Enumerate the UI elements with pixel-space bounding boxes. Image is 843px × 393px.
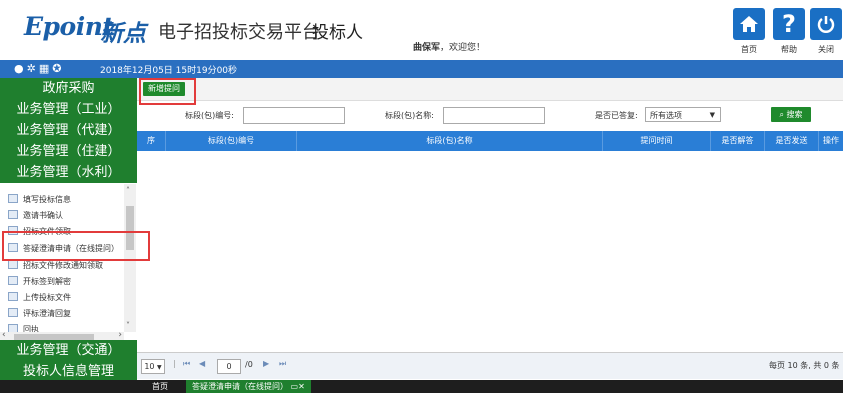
search-icon: ⌕ — [779, 110, 784, 119]
nav-group-gov-procurement[interactable]: 政府采购 — [0, 78, 137, 99]
section-no-input[interactable] — [243, 107, 345, 124]
close-label: 关闭 — [818, 45, 834, 54]
nav-group-industry[interactable]: 业务管理（工业） — [0, 99, 137, 120]
nav-group-traffic[interactable]: 业务管理（交通） — [0, 340, 137, 361]
main-panel: 新增提问 标段(包)编号: 标段(包)名称: 是否已答复: 所有选项 ▼ ⌕ 搜… — [137, 78, 843, 380]
chevron-up-icon[interactable]: ˄ — [126, 186, 130, 195]
first-page-icon[interactable]: ⏮ — [183, 359, 190, 369]
page-size-select[interactable]: 10 ▼ — [141, 359, 165, 374]
answered-select[interactable]: 所有选项 ▼ — [645, 107, 721, 122]
close-button[interactable] — [810, 8, 842, 40]
document-icon — [8, 210, 18, 219]
col-seq: 序 — [137, 131, 166, 151]
section-name-label: 标段(包)名称: — [385, 111, 434, 120]
refresh-icon[interactable]: ✪ — [52, 62, 64, 75]
apps-icon[interactable]: ▦ — [39, 62, 52, 75]
home-icon — [740, 16, 758, 32]
nav-group-water[interactable]: 业务管理（水利） — [0, 162, 137, 183]
settings-icon[interactable]: ✲ — [27, 62, 39, 75]
chevron-left-icon[interactable]: ‹ — [2, 330, 6, 340]
tree-item[interactable]: 评标澄清回复 — [8, 308, 71, 319]
user-role: 投标人 — [312, 23, 363, 43]
bottom-tab-bar: 首页 答疑澄清申请（在线提问） ▭✕ — [0, 380, 843, 393]
tree-item[interactable]: 上传投标文件 — [8, 292, 71, 303]
prev-page-icon[interactable]: ◀ — [199, 359, 205, 368]
document-icon — [8, 194, 18, 203]
welcome-message: 曲保军，欢迎您！ — [413, 40, 485, 53]
answered-select-value: 所有选项 — [650, 111, 682, 120]
window-icon[interactable]: ▭ — [291, 382, 299, 391]
help-button[interactable]: ? — [773, 8, 805, 40]
total-pages: /0 — [245, 360, 253, 369]
tree-item-label: 邀请书确认 — [23, 211, 63, 220]
highlight-new-question — [139, 78, 196, 105]
col-answered: 是否解答 — [711, 131, 765, 151]
status-icons: ●✲▦✪ — [14, 62, 64, 75]
user-name: 曲保军 — [413, 43, 441, 53]
tree-item-label: 上传投标文件 — [23, 293, 71, 302]
tab-home[interactable]: 首页 — [152, 381, 168, 392]
current-datetime: 2018年12月05日 15时19分00秒 — [100, 66, 238, 76]
welcome-suffix: ，欢迎您！ — [440, 43, 486, 53]
tree-item[interactable]: 开标签到解密 — [8, 276, 71, 287]
document-icon — [8, 276, 18, 285]
document-icon — [8, 292, 18, 301]
highlight-qa-request — [2, 231, 150, 261]
message-icon[interactable]: ● — [14, 62, 27, 75]
tree-item[interactable]: 邀请书确认 — [8, 210, 63, 221]
pager-divider: | — [173, 359, 176, 368]
section-name-input[interactable] — [443, 107, 545, 124]
tree-item-label: 填写投标信息 — [23, 195, 71, 204]
tree-item-label: 开标签到解密 — [23, 277, 71, 286]
app-header: Epoint 新点 电子招投标交易平台 投标人 曲保军，欢迎您！ 首页 ? 帮助… — [0, 0, 843, 60]
search-button[interactable]: ⌕ 搜索 — [771, 107, 811, 122]
platform-title: 电子招投标交易平台 — [158, 22, 320, 43]
chevron-down-icon[interactable]: ˅ — [126, 321, 130, 330]
nav-group-bidder-info[interactable]: 投标人信息管理 — [0, 361, 137, 382]
page-size-value: 10 — [144, 362, 155, 371]
document-icon — [8, 260, 18, 269]
tree-item[interactable]: 招标文件修改通知领取 — [8, 260, 103, 271]
search-button-label: 搜索 — [786, 110, 803, 119]
last-page-icon[interactable]: ⏭ — [279, 359, 286, 369]
help-label: 帮助 — [781, 45, 797, 54]
status-bar: ●✲▦✪ 2018年12月05日 15时19分00秒 — [0, 60, 843, 78]
search-form: 标段(包)编号: 标段(包)名称: 是否已答复: 所有选项 ▼ ⌕ 搜索 — [137, 101, 843, 131]
power-icon — [817, 16, 835, 33]
home-label: 首页 — [741, 45, 757, 54]
col-section-no: 标段(包)编号 — [166, 131, 297, 151]
dropdown-arrow-icon: ▼ — [157, 364, 162, 371]
home-button[interactable] — [733, 8, 765, 40]
help-icon: ? — [782, 10, 796, 38]
toolbar: 新增提问 — [137, 78, 843, 101]
nav-tree: 填写投标信息 邀请书确认 招标文件领取 答疑澄清申请（在线提问） 招标文件修改通… — [0, 184, 137, 340]
nav-group-agent-build[interactable]: 业务管理（代建） — [0, 120, 137, 141]
next-page-icon[interactable]: ▶ — [263, 359, 269, 368]
page-number-input[interactable]: 0 — [217, 359, 241, 374]
answered-label: 是否已答复: — [595, 111, 638, 120]
pagination-bar: 10 ▼ | ⏮ ◀ 0 /0 ▶ ⏭ 每页 10 条, 共 0 条 — [137, 352, 843, 379]
tree-item-label: 评标澄清回复 — [23, 309, 71, 318]
table-header: 序 标段(包)编号 标段(包)名称 提问时间 是否解答 是否发送 操作 — [137, 131, 843, 151]
document-icon — [8, 308, 18, 317]
col-section-name: 标段(包)名称 — [297, 131, 603, 151]
close-icon[interactable]: ✕ — [298, 382, 305, 391]
col-sent: 是否发送 — [765, 131, 819, 151]
tab-qa-request-label: 答疑澄清申请（在线提问） — [192, 382, 288, 391]
brand-name: 新点 — [100, 21, 146, 47]
col-actions: 操作 — [823, 136, 839, 145]
col-question-time: 提问时间 — [603, 131, 711, 151]
tab-qa-request[interactable]: 答疑澄清申请（在线提问） ▭✕ — [186, 380, 311, 393]
section-no-label: 标段(包)编号: — [185, 111, 234, 120]
nav-group-housing[interactable]: 业务管理（住建） — [0, 141, 137, 162]
tree-item[interactable]: 填写投标信息 — [8, 194, 71, 205]
dropdown-arrow-icon: ▼ — [709, 111, 715, 119]
pager-summary: 每页 10 条, 共 0 条 — [769, 361, 840, 370]
tree-item-label: 招标文件修改通知领取 — [23, 261, 103, 270]
chevron-right-icon[interactable]: › — [118, 330, 122, 340]
